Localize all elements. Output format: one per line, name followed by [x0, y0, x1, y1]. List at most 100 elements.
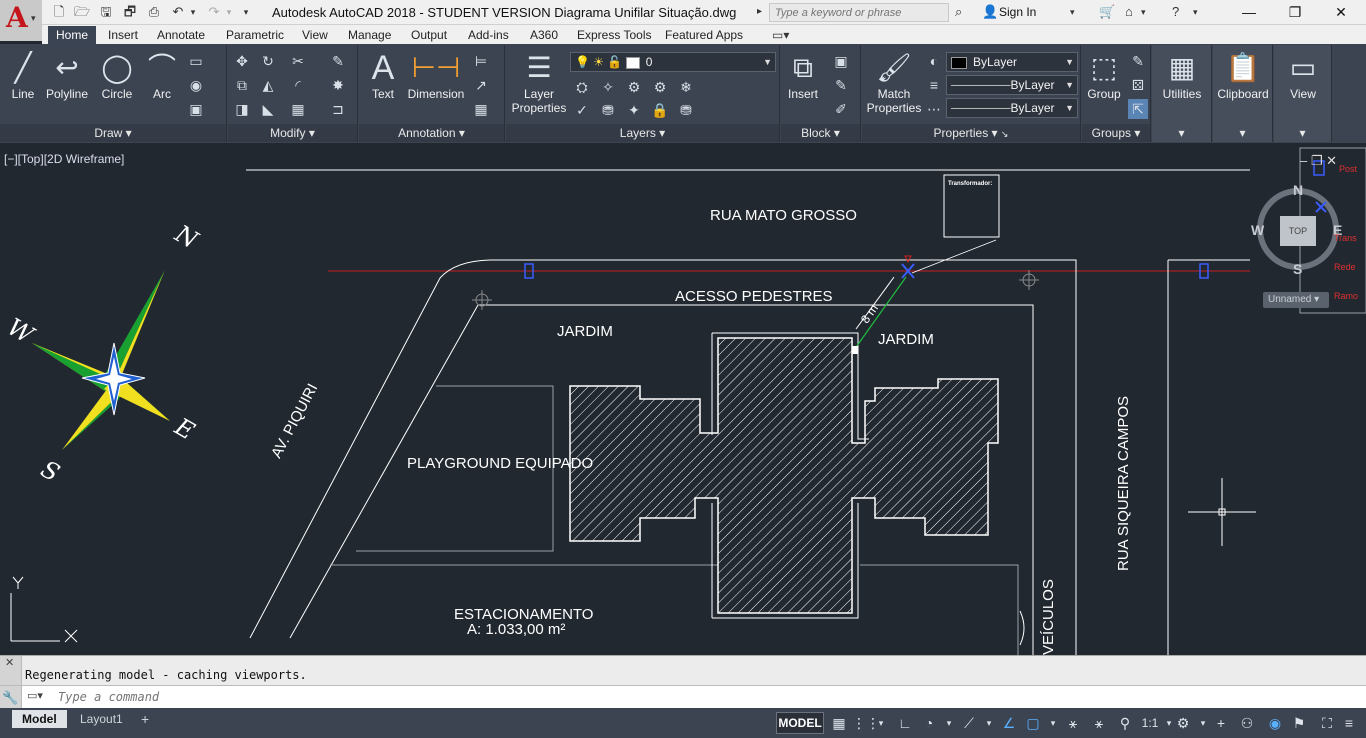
ribbon-minimize-icon[interactable]: ▭▾ — [772, 26, 789, 44]
model-space-button[interactable]: MODEL — [776, 712, 824, 734]
annotation-scale-icon[interactable]: ⚲ — [1116, 713, 1134, 733]
layer-dropdown[interactable]: 💡 ☀ 🔓 0 ▼ — [570, 52, 776, 72]
command-input[interactable] — [58, 688, 1348, 706]
drawing-viewport[interactable]: [−][Top][2D Wireframe] N W E S RUA MATO … — [0, 143, 1366, 655]
annotation-scale-value[interactable]: 1:1 — [1138, 713, 1162, 733]
a360-icon[interactable]: ⌂ — [1125, 3, 1133, 21]
snap-icon[interactable]: ⋮⋮ — [852, 713, 880, 733]
new-icon[interactable]: 🗋 — [50, 3, 68, 21]
viewport-controls[interactable]: [−][Top][2D Wireframe] — [4, 152, 124, 166]
workspace-dropdown-icon[interactable]: ▾ — [1194, 713, 1212, 733]
wrench-icon[interactable]: 🔧 — [0, 686, 22, 709]
viewcube-south[interactable]: S — [1293, 261, 1302, 277]
group-select-icon[interactable]: ⇱ — [1128, 99, 1148, 119]
offset-icon[interactable]: ⊐ — [328, 99, 348, 119]
close-icon[interactable]: ✕ — [5, 656, 14, 669]
layers-panel-title[interactable]: Layers ▾ — [506, 124, 779, 142]
grid-icon[interactable]: ▦ — [830, 713, 848, 733]
layer-lock-icon[interactable]: 🔒 — [650, 100, 670, 120]
layer-walk-icon[interactable]: ✦ — [624, 100, 644, 120]
help-icon[interactable]: ? — [1172, 3, 1179, 21]
tab-parametric[interactable]: Parametric — [226, 26, 284, 44]
draw-panel-title[interactable]: Draw ▾ — [0, 124, 226, 142]
a360-dropdown-icon[interactable]: ▾ — [1141, 3, 1146, 21]
object-snap-dropdown-icon[interactable]: ▾ — [1044, 713, 1062, 733]
clipboard-button[interactable]: 📋 Clipboard — [1215, 49, 1271, 101]
viewcube-west[interactable]: W — [1251, 222, 1264, 238]
customize-qat-icon[interactable]: ▾ — [237, 3, 255, 21]
make-current-icon[interactable]: ✓ — [572, 100, 592, 120]
match-properties-button[interactable]: 🖌 Match Properties — [866, 49, 922, 115]
utilities-dropdown-icon[interactable]: ▾ — [1152, 124, 1211, 142]
search-input[interactable] — [769, 3, 949, 22]
group-button[interactable]: ⬚ Group — [1084, 49, 1124, 101]
view-button[interactable]: ▭ View — [1276, 49, 1330, 101]
arc-button[interactable]: ⌒ Arc — [142, 49, 182, 101]
viewcube-north[interactable]: N — [1293, 182, 1303, 198]
open-icon[interactable]: 🗁 — [73, 3, 91, 21]
undo-dropdown-icon[interactable]: ▾ — [184, 3, 202, 21]
text-button[interactable]: A Text — [365, 49, 401, 101]
tab-featured-apps[interactable]: Featured Apps — [665, 26, 743, 44]
plot-icon[interactable]: ⎙ — [145, 3, 163, 21]
multileader-icon[interactable]: ↗ — [471, 75, 491, 95]
layer-unlock-icon[interactable]: ⛃ — [676, 100, 696, 120]
add-icon[interactable]: + — [1212, 713, 1230, 733]
array-icon[interactable]: ▦ — [288, 99, 308, 119]
command-prompt-icon[interactable]: ▭▾ — [27, 689, 43, 702]
clean-screen-icon[interactable]: ⚑ — [1290, 713, 1308, 733]
panel-utilities[interactable]: ▦ Utilities ▾ — [1152, 45, 1212, 142]
layer-unisolate-icon[interactable]: ⚙ — [650, 77, 670, 97]
ucs-menu[interactable]: Unnamed ▾ — [1263, 292, 1329, 308]
fillet-icon[interactable]: ◜ — [288, 75, 308, 95]
properties-panel-title[interactable]: Properties ▾ ↘ — [862, 124, 1080, 142]
stretch-icon[interactable]: ◨ — [232, 99, 252, 119]
new-layout-icon[interactable]: + — [137, 710, 153, 728]
layer-state-icon[interactable]: ⛭ — [572, 77, 592, 97]
signin-dropdown-icon[interactable]: ▾ — [1070, 3, 1075, 21]
move-icon[interactable]: ✥ — [232, 51, 252, 71]
minimize-button[interactable]: — — [1226, 0, 1272, 25]
tab-output[interactable]: Output — [411, 26, 447, 44]
annotation-panel-title[interactable]: Annotation ▾ — [359, 124, 504, 142]
save-icon[interactable]: 🖫 — [97, 3, 115, 21]
scale-icon[interactable]: ◣ — [258, 99, 278, 119]
rectangle-icon[interactable]: ▭ — [186, 51, 206, 71]
linetype-dropdown[interactable]: ───────ByLayer ▼ — [946, 98, 1078, 118]
edit-block-icon[interactable]: ✎ — [831, 75, 851, 95]
copy-icon[interactable]: ⧉ — [232, 75, 252, 95]
tab-view[interactable]: View — [302, 26, 328, 44]
rotate-icon[interactable]: ↻ — [258, 51, 278, 71]
ungroup-icon[interactable]: ✎ — [1128, 51, 1148, 71]
line-button[interactable]: ╱ Line — [6, 49, 40, 101]
save-as-icon[interactable]: 🗗 — [121, 3, 139, 21]
fullscreen-icon[interactable]: ⛶ — [1318, 713, 1336, 733]
utilities-button[interactable]: ▦ Utilities — [1154, 49, 1210, 101]
viewport-restore-close-icon[interactable]: – ❐ ✕ — [1300, 153, 1337, 169]
mirror-icon[interactable]: ◭ — [258, 75, 278, 95]
leader-icon[interactable]: ⊨ — [471, 51, 491, 71]
hardware-acceleration-icon[interactable]: ◉ — [1266, 713, 1284, 733]
object-snap-tracking-icon[interactable]: ∠ — [1000, 713, 1018, 733]
tab-a360[interactable]: A360 — [530, 26, 558, 44]
workspace-gear-icon[interactable]: ⚙ — [1174, 713, 1192, 733]
isodraft-icon[interactable]: ⟋ — [960, 713, 978, 733]
polar-icon[interactable]: ◔ — [920, 713, 938, 733]
group-edit-icon[interactable]: ⚄ — [1128, 75, 1148, 95]
erase-icon[interactable]: ✎ — [328, 51, 348, 71]
help-dropdown-icon[interactable]: ▾ — [1193, 3, 1198, 21]
polar-dropdown-icon[interactable]: ▾ — [940, 713, 958, 733]
viewcube-top-face[interactable]: TOP — [1280, 216, 1316, 246]
restore-button[interactable]: ❐ — [1272, 0, 1318, 25]
tab-layout1[interactable]: Layout1 — [70, 710, 133, 728]
trim-icon[interactable]: ✂ — [288, 51, 308, 71]
insert-button[interactable]: ⧉ Insert — [783, 49, 823, 101]
snap-dropdown-icon[interactable]: ▾ — [872, 713, 890, 733]
layer-freeze-icon[interactable]: ❄ — [676, 77, 696, 97]
block-panel-title[interactable]: Block ▾ — [781, 124, 860, 142]
view-dropdown-icon[interactable]: ▾ — [1274, 124, 1331, 142]
block-attribute-icon[interactable]: ✐ — [831, 99, 851, 119]
redo-dropdown-icon[interactable]: ▾ — [220, 3, 238, 21]
isodraft-dropdown-icon[interactable]: ▾ — [980, 713, 998, 733]
layer-off-icon[interactable]: ✧ — [598, 77, 618, 97]
